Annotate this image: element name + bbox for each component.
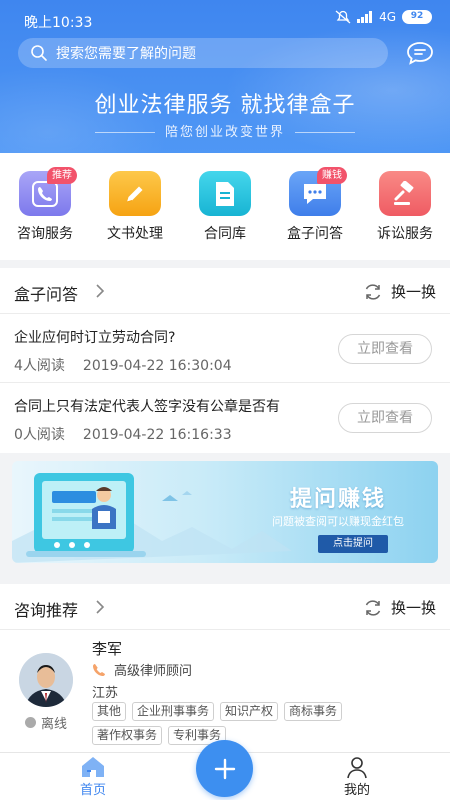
divider	[94, 132, 155, 133]
qa-date: 2019-04-22 16:30:04	[82, 358, 232, 374]
banner-title: 提问赚钱	[290, 487, 387, 512]
gavel-icon	[379, 171, 431, 216]
user-icon	[347, 757, 367, 779]
consult-refresh-button[interactable]: 换一换	[363, 597, 436, 618]
avatar[interactable]	[19, 653, 73, 707]
qa-section-header: 盒子问答 换一换	[0, 268, 450, 314]
service-label: 诉讼服务	[377, 226, 433, 242]
lawyer-tag: 商标事务	[284, 702, 343, 721]
status-text: 离线	[41, 717, 68, 732]
view-now-button[interactable]: 立即查看	[338, 403, 432, 433]
qa-reads: 4人阅读	[14, 358, 65, 374]
service-label: 咨询服务	[17, 226, 73, 242]
refresh-icon	[365, 599, 381, 616]
status-badge: 离线	[25, 713, 67, 732]
consult-section: 咨询推荐 换一换 离线 李军 高级律师顾问 江苏 其他 企业刑事事务 知识产权 …	[0, 584, 450, 752]
hero-subtitle-text: 陪您创业改变世界	[164, 125, 285, 140]
qa-date: 2019-04-22 16:16:33	[82, 427, 232, 443]
chevron-right-icon[interactable]	[94, 283, 106, 299]
lawyer-photo	[19, 653, 73, 707]
search-placeholder: 搜索您需要了解的问题	[56, 46, 196, 62]
qa-item[interactable]: 企业应何时订立劳动合同? 4人阅读 2019-04-22 16:30:04 立即查…	[0, 314, 450, 383]
battery-indicator: 92	[402, 10, 432, 24]
qa-meta: 4人阅读 2019-04-22 16:30:04	[14, 355, 232, 375]
status-bar: 晚上10:33 4G 92	[0, 0, 450, 40]
divider	[295, 132, 355, 133]
mute-icon	[335, 10, 351, 24]
qa-reads: 0人阅读	[14, 427, 65, 443]
lawyer-card[interactable]: 离线 李军 高级律师顾问 江苏 其他 企业刑事事务 知识产权 商标事务 著作权事…	[0, 630, 450, 752]
service-label: 盒子问答	[287, 226, 343, 242]
lawyer-tag: 知识产权	[220, 702, 279, 721]
service-grid: 推荐 咨询服务 文书处理 合同库 赚钱 盒子问答 诉讼服务	[0, 153, 450, 260]
lawyer-name: 李军	[92, 640, 123, 658]
document-icon	[199, 171, 251, 216]
tab-home[interactable]: 首页	[43, 753, 143, 800]
offline-dot	[25, 717, 36, 728]
tab-home-label: 首页	[79, 783, 106, 798]
service-contract-library[interactable]: 合同库	[180, 153, 270, 260]
ask-earn-banner[interactable]: 提问赚钱 问题被查阅可以赚现金红包 点击提问	[12, 461, 438, 563]
lawyer-tag: 其他	[92, 702, 127, 721]
banner-subtitle: 问题被查阅可以赚现金红包	[272, 515, 404, 528]
qa-question: 合同上只有法定代表人签字没有公章是否有	[14, 399, 280, 415]
status-time: 晚上10:33	[24, 15, 93, 31]
qa-refresh-button[interactable]: 换一换	[363, 281, 436, 302]
view-now-button[interactable]: 立即查看	[338, 334, 432, 364]
consult-section-header: 咨询推荐 换一换	[0, 584, 450, 630]
qa-item[interactable]: 合同上只有法定代表人签字没有公章是否有 0人阅读 2019-04-22 16:16…	[0, 383, 450, 452]
hero-header: 晚上10:33 4G 92 搜索您需要了解的问题 创业法律服务 就找律盒子 陪您…	[0, 0, 450, 153]
chevron-right-icon[interactable]	[94, 599, 106, 615]
service-litigation[interactable]: 诉讼服务	[360, 153, 450, 260]
message-icon[interactable]	[405, 40, 435, 66]
lawyer-tag: 著作权事务	[92, 726, 163, 745]
network-type: 4G	[379, 10, 396, 24]
home-icon	[82, 757, 104, 777]
lawyer-title: 高级律师顾问	[114, 664, 193, 679]
lawyer-title-row: 高级律师顾问	[92, 660, 192, 679]
search-icon	[31, 45, 47, 61]
hero-subtitle: 陪您创业改变世界	[0, 121, 450, 140]
recommend-badge: 推荐	[47, 167, 77, 184]
qa-section-title[interactable]: 盒子问答	[14, 281, 78, 305]
tab-mine[interactable]: 我的	[307, 753, 407, 800]
hero-slogan: 创业法律服务 就找律盒子	[94, 93, 356, 118]
banner-ask-button[interactable]: 点击提问	[318, 535, 388, 553]
refresh-label: 换一换	[390, 283, 436, 301]
lawyer-location: 江苏	[92, 686, 119, 701]
tab-mine-label: 我的	[343, 783, 370, 798]
service-consult[interactable]: 推荐 咨询服务	[0, 153, 90, 260]
consult-section-title[interactable]: 咨询推荐	[14, 597, 78, 621]
service-label: 文书处理	[107, 226, 163, 242]
status-icons: 4G 92	[335, 10, 432, 24]
refresh-label: 换一换	[390, 599, 436, 617]
search-input[interactable]: 搜索您需要了解的问题	[18, 38, 388, 68]
phone-icon	[93, 663, 105, 676]
earn-badge: 赚钱	[317, 167, 347, 184]
lawyer-tags: 其他 企业刑事事务 知识产权 商标事务 著作权事务 专利事务	[92, 702, 392, 745]
service-label: 合同库	[204, 226, 246, 242]
add-button[interactable]	[196, 740, 253, 797]
plus-icon	[214, 758, 235, 779]
lawyer-tag: 企业刑事事务	[132, 702, 215, 721]
pencil-icon	[109, 171, 161, 216]
signal-icon	[357, 11, 373, 23]
service-document[interactable]: 文书处理	[90, 153, 180, 260]
qa-question: 企业应何时订立劳动合同?	[14, 330, 176, 346]
refresh-icon	[365, 283, 381, 300]
qa-section: 盒子问答 换一换 企业应何时订立劳动合同? 4人阅读 2019-04-22 16:…	[0, 268, 450, 453]
qa-meta: 0人阅读 2019-04-22 16:16:33	[14, 424, 232, 444]
service-qa[interactable]: 赚钱 盒子问答	[270, 153, 360, 260]
